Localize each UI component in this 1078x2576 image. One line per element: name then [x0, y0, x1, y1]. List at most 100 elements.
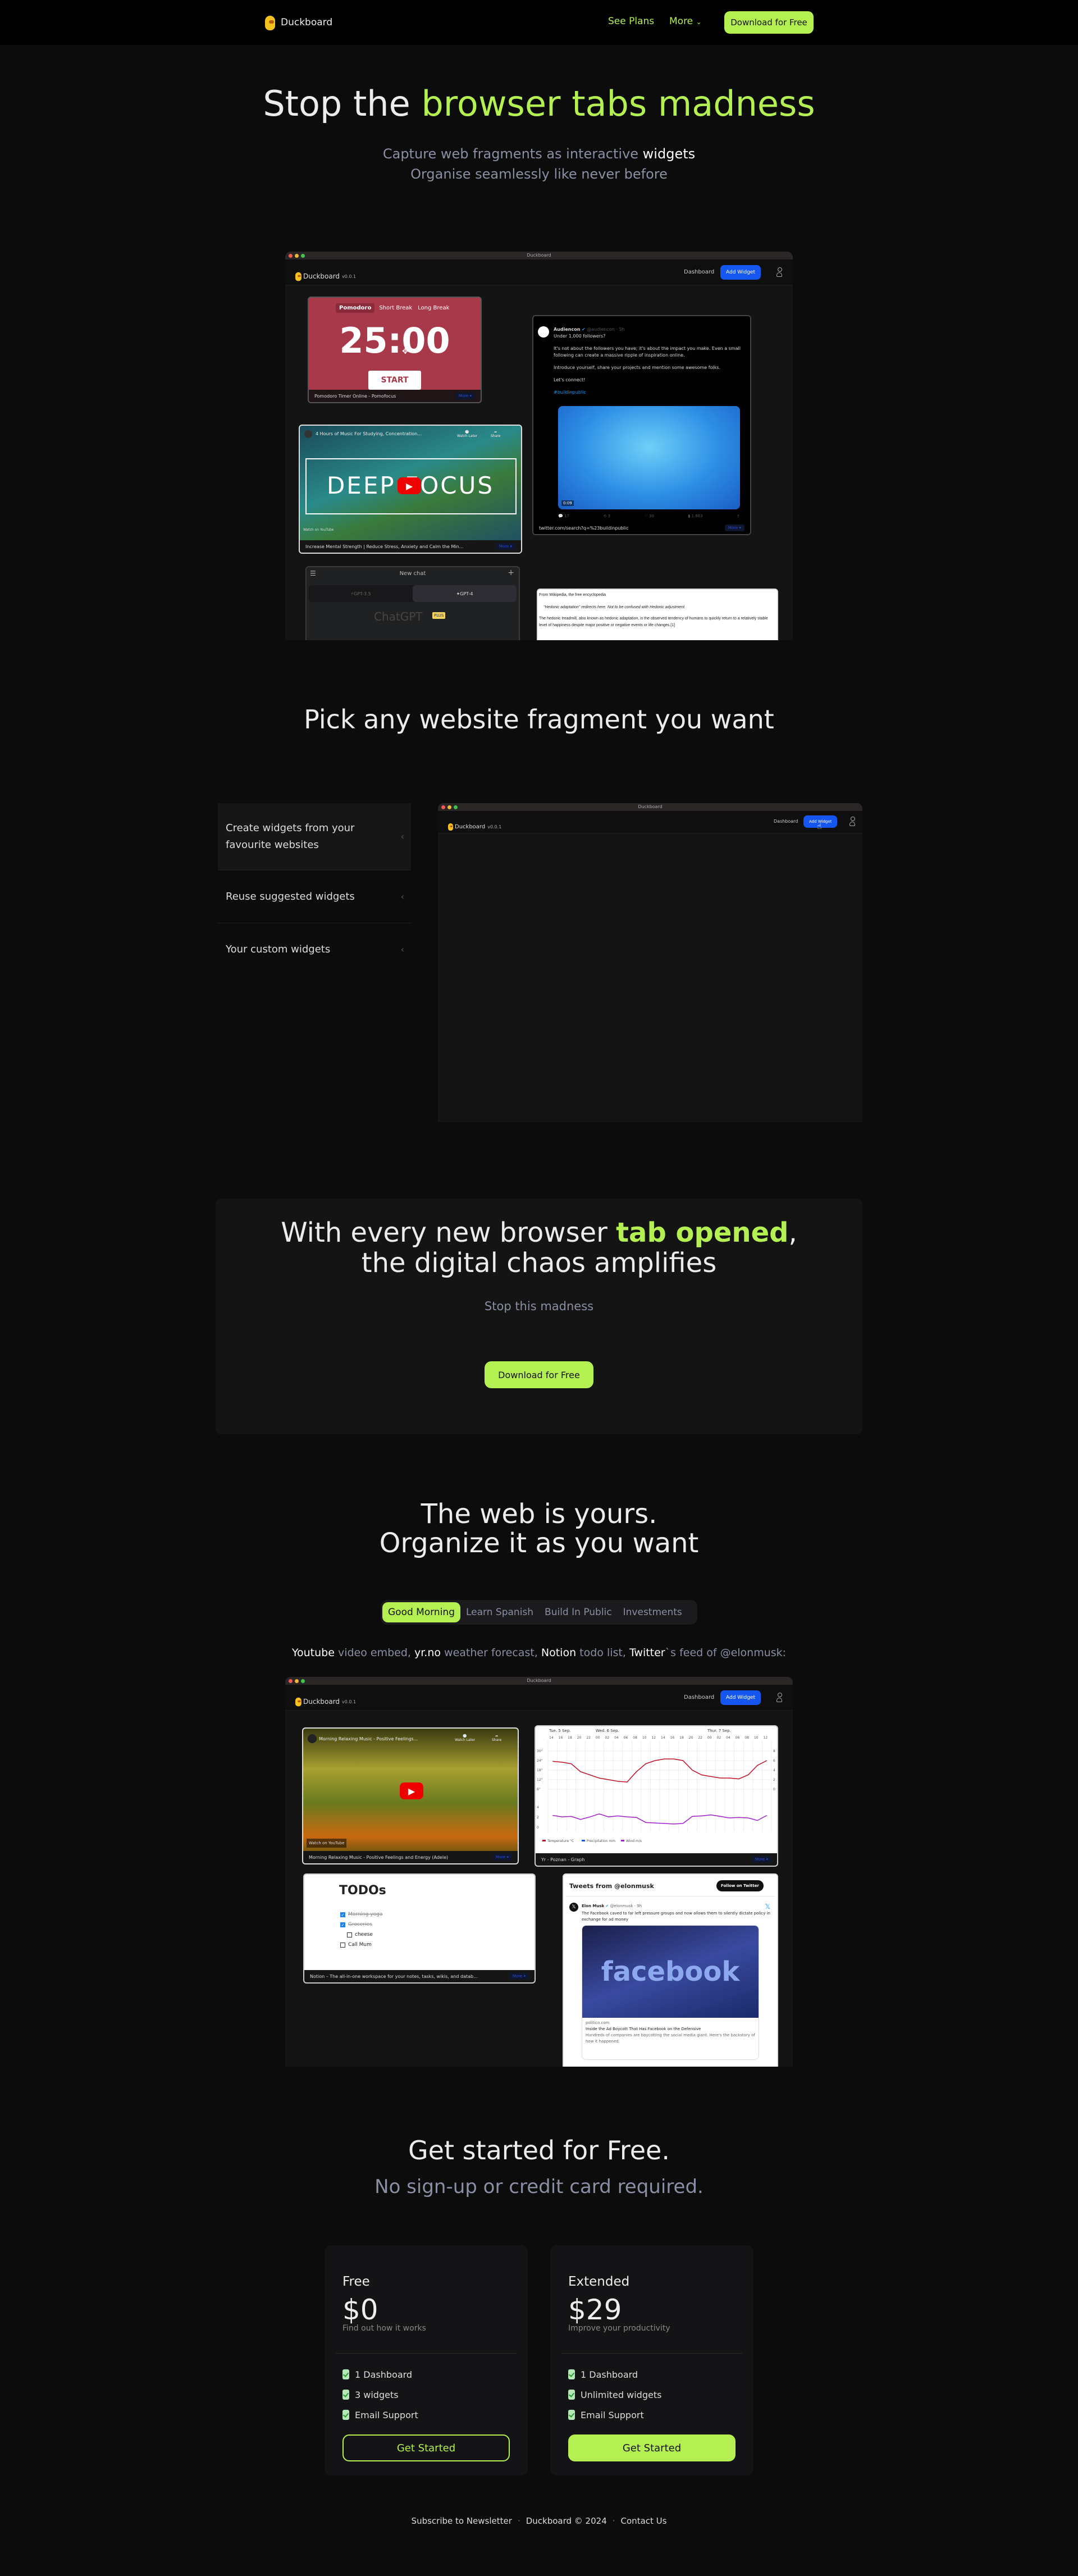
- reply-count[interactable]: 💬 17: [558, 514, 569, 518]
- wind-tick: 4: [537, 1806, 539, 1809]
- more-label: More: [669, 16, 693, 27]
- tweet-text: Introduce yourself, share your projects …: [554, 365, 721, 370]
- view-count: ▮ 1,883: [688, 514, 703, 518]
- feature-item: 1 Dashboard: [568, 2364, 661, 2384]
- feature-reuse[interactable]: Reuse suggested widgets ‹: [218, 870, 411, 923]
- play-button-icon[interactable]: ▶: [398, 477, 421, 494]
- x-icon[interactable]: 𝕏: [765, 1903, 770, 1911]
- nav-link-more[interactable]: More ⌄: [669, 16, 702, 27]
- chevron-left-icon: ‹: [400, 944, 404, 955]
- widget-footer-title: Morning Relaxing Music - Positive Feelin…: [309, 1854, 449, 1860]
- hour-label: 18: [679, 1736, 684, 1740]
- todo-label: Morning yoga: [348, 1912, 383, 1917]
- user-icon[interactable]: [849, 817, 855, 827]
- download-button[interactable]: Download for Free: [485, 1361, 593, 1388]
- hour-label: 04: [726, 1736, 730, 1740]
- add-widget-button[interactable]: Add Widget: [720, 265, 761, 280]
- tab-pomodoro[interactable]: Pomodoro: [336, 303, 375, 313]
- todo-item[interactable]: Call Mum: [340, 1940, 382, 1950]
- service-name: yr.no: [414, 1647, 441, 1659]
- watch-on-youtube[interactable]: Watch on YouTube: [307, 1839, 347, 1848]
- watch-on-youtube[interactable]: Watch on YouTube: [303, 528, 334, 532]
- hour-label: 16: [559, 1736, 563, 1740]
- feature-custom[interactable]: Your custom widgets ‹: [218, 923, 411, 976]
- todo-item[interactable]: cheese: [347, 1930, 382, 1940]
- share-icon[interactable]: ⇪: [737, 514, 740, 518]
- more-button[interactable]: More ▾: [751, 1856, 771, 1863]
- tweet-video[interactable]: 0:09: [558, 406, 740, 509]
- window-titlebar: Duckboard: [285, 252, 793, 259]
- download-button[interactable]: Download for Free: [724, 11, 814, 34]
- get-started-free-button[interactable]: Get Started: [342, 2434, 510, 2461]
- watch-later-button[interactable]: 🕒 Watch Later: [455, 1734, 475, 1742]
- hour-label: 14: [661, 1736, 665, 1740]
- tab-good-morning[interactable]: Good Morning: [382, 1602, 460, 1622]
- todo-title: TODOs: [339, 1884, 386, 1898]
- todo-label: Call Mum: [348, 1942, 372, 1948]
- more-button[interactable]: More ▾: [495, 543, 515, 550]
- more-button[interactable]: More ▾: [455, 393, 475, 399]
- app-header: Duckboard v0.0.1 Dashboard Add Widget: [285, 259, 793, 285]
- tab-long-break[interactable]: Long Break: [417, 303, 450, 313]
- share-button[interactable]: ➦ Share: [491, 430, 500, 438]
- checkbox-unchecked[interactable]: [347, 1932, 352, 1937]
- dashboard-link[interactable]: Dashboard: [684, 269, 714, 275]
- add-widget-button[interactable]: Add Widget: [720, 1690, 761, 1705]
- todo-item[interactable]: ✓ Groceries: [340, 1920, 382, 1930]
- feature-item: Email Support: [568, 2405, 661, 2425]
- share-button[interactable]: ➦ Share: [492, 1734, 501, 1742]
- brand-logo[interactable]: Duckboard: [264, 13, 332, 31]
- model-gpt4[interactable]: ✦ GPT-4: [413, 585, 517, 602]
- app-version: v0.0.1: [342, 273, 357, 279]
- more-button[interactable]: More ▾: [492, 1854, 512, 1861]
- chat-title: New chat: [399, 571, 426, 577]
- feature-list: 1 Dashboard 3 widgets Email Support: [342, 2364, 418, 2425]
- video-title[interactable]: Morning Relaxing Music - Positive Feelin…: [319, 1736, 418, 1741]
- new-chat-icon[interactable]: +: [508, 568, 514, 577]
- user-icon[interactable]: [776, 267, 782, 277]
- tweet-author: Audiencon: [554, 327, 581, 332]
- app-header: Duckboard v0.0.1 Dashboard Add Widget: [285, 1685, 793, 1711]
- tab-investments[interactable]: Investments: [618, 1602, 688, 1622]
- user-icon[interactable]: [776, 1693, 782, 1703]
- todo-label: cheese: [355, 1932, 373, 1937]
- link-card[interactable]: facebook politico.com Inside the Ad Boyc…: [582, 1925, 759, 2060]
- check-icon: [342, 2390, 349, 2400]
- tab-build-in-public[interactable]: Build In Public: [539, 1602, 618, 1622]
- channel-avatar: [308, 1734, 317, 1743]
- checkbox-unchecked[interactable]: [340, 1942, 345, 1948]
- temp-tick: 30°: [537, 1749, 543, 1753]
- dashboard-link[interactable]: Dashboard: [774, 819, 798, 824]
- start-button[interactable]: START: [368, 371, 421, 390]
- tweet-handle: @elonmusk · 9h: [610, 1904, 642, 1908]
- more-button[interactable]: More ▾: [724, 525, 744, 531]
- feature-label: Your custom widgets: [226, 943, 331, 955]
- feature-create[interactable]: Create widgets from your favourite websi…: [218, 803, 411, 870]
- follow-button[interactable]: Follow on Twitter: [716, 1880, 764, 1891]
- model-gpt35[interactable]: ⚡ GPT-3.5: [309, 585, 413, 602]
- feature-item: Email Support: [342, 2405, 418, 2425]
- watch-later-button[interactable]: 🕒 Watch Later: [457, 430, 477, 438]
- nav-link-see-plans[interactable]: See Plans: [608, 16, 654, 27]
- more-button[interactable]: More ▾: [509, 1973, 529, 1980]
- footer: Subscribe to Newsletter · Duckboard © 2024…: [0, 2516, 1078, 2526]
- hour-label: 00: [707, 1736, 712, 1740]
- footer-link-newsletter[interactable]: Subscribe to Newsletter: [412, 2516, 512, 2526]
- hashtag-link[interactable]: #buildinpublic: [554, 389, 744, 396]
- todo-item[interactable]: ✓ Morning yoga: [340, 1909, 382, 1920]
- pomodoro-widget: Pomodoro Short Break Long Break 25:00 ST…: [308, 297, 482, 403]
- footer-link-contact[interactable]: Contact Us: [621, 2516, 667, 2526]
- checkbox-checked[interactable]: ✓: [340, 1922, 345, 1927]
- chatgpt-widget: ☰ New chat + ⚡ GPT-3.5 ✦ GPT-4 ChatGPT P…: [305, 566, 520, 640]
- dashboard-link[interactable]: Dashboard: [684, 1694, 714, 1700]
- retweet-count[interactable]: ⟲ 3: [603, 514, 610, 518]
- app-header: Duckboard v0.0.1 Dashboard Add Widget ☝: [438, 811, 862, 833]
- get-started-extended-button[interactable]: Get Started: [568, 2434, 736, 2461]
- play-button-icon[interactable]: ▶: [400, 1782, 423, 1799]
- like-count[interactable]: ♡ 30: [645, 514, 654, 518]
- tab-short-break[interactable]: Short Break: [378, 303, 413, 313]
- tab-learn-spanish[interactable]: Learn Spanish: [460, 1602, 539, 1622]
- video-title[interactable]: 4 Hours of Music For Studying, Concentra…: [316, 431, 422, 436]
- checkbox-checked[interactable]: ✓: [340, 1912, 345, 1917]
- app-brand: Duckboard: [303, 1698, 340, 1706]
